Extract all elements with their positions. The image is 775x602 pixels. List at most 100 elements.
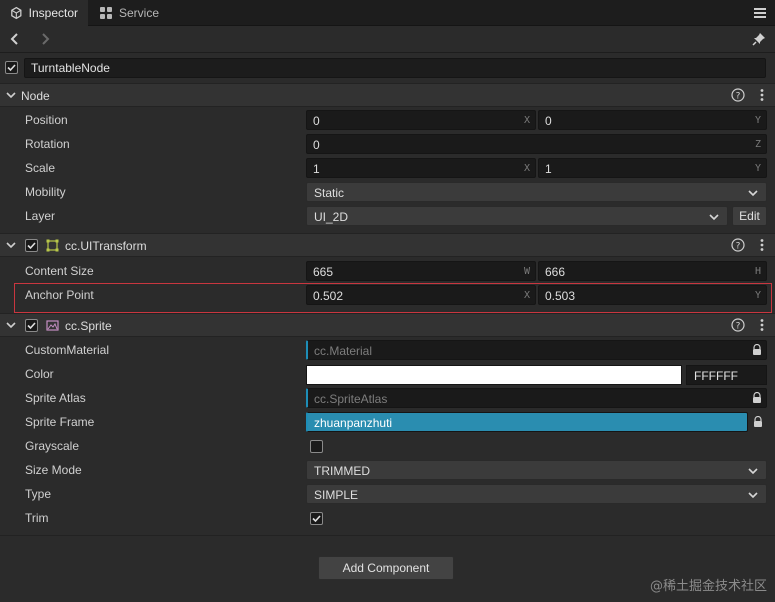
axis-label: X: [523, 163, 530, 174]
size-mode-label: Size Mode: [25, 463, 82, 477]
custom-material-field[interactable]: cc.Material: [306, 340, 767, 360]
size-mode-value: TRIMMED: [314, 464, 370, 478]
uitransform-icon: [46, 239, 59, 252]
position-y-field[interactable]: 0 Y: [538, 110, 767, 130]
help-icon[interactable]: ?: [731, 88, 745, 102]
more-vertical-icon[interactable]: [759, 238, 765, 252]
content-size-label: Content Size: [25, 264, 94, 278]
nav-bar: [0, 26, 775, 53]
chevron-right-icon: [42, 33, 50, 45]
grayscale-checkbox[interactable]: [310, 440, 323, 453]
content-size-h-value: 666: [545, 265, 566, 279]
checkmark-icon: [312, 515, 321, 523]
axis-label: Y: [754, 115, 761, 126]
section-title: cc.Sprite: [65, 319, 112, 333]
help-icon[interactable]: ?: [731, 318, 745, 332]
node-name-input[interactable]: TurntableNode: [24, 58, 766, 78]
anchor-point-label: Anchor Point: [25, 288, 94, 302]
pin-icon: [752, 33, 765, 46]
menu-icon[interactable]: [753, 5, 767, 21]
tab-service-label: Service: [119, 6, 160, 20]
node-enabled-checkbox[interactable]: [5, 61, 18, 74]
sprite-icon: [46, 320, 59, 331]
scale-label: Scale: [25, 161, 56, 175]
tab-service[interactable]: Service: [89, 0, 169, 26]
svg-text:?: ?: [736, 322, 741, 332]
position-label: Position: [25, 113, 68, 127]
color-hex-input[interactable]: FFFFFF: [686, 365, 767, 385]
forward-button[interactable]: [37, 31, 53, 47]
sprite-frame-field[interactable]: zhuanpanzhuti: [306, 412, 748, 432]
type-select[interactable]: SIMPLE: [306, 484, 767, 504]
tab-bar: Inspector Service: [0, 0, 775, 26]
sprite-enabled-checkbox[interactable]: [25, 319, 38, 332]
content-size-h-field[interactable]: 666 H: [538, 261, 767, 281]
anchor-point-x-field[interactable]: 0.502 X: [306, 285, 536, 305]
mobility-select[interactable]: Static: [306, 182, 767, 202]
position-y-value: 0: [545, 114, 552, 128]
position-x-field[interactable]: 0 X: [306, 110, 536, 130]
sprite-section-header[interactable]: cc.Sprite ?: [0, 313, 775, 337]
uitransform-enabled-checkbox[interactable]: [25, 239, 38, 252]
rotation-field[interactable]: 0 Z: [306, 134, 767, 154]
checkmark-icon: [7, 64, 16, 72]
chevron-down-icon: [6, 322, 16, 329]
sprite-frame-value: zhuanpanzhuti: [314, 416, 393, 430]
more-vertical-icon[interactable]: [759, 88, 765, 102]
sprite-atlas-value: cc.SpriteAtlas: [314, 392, 388, 406]
sprite-atlas-field[interactable]: cc.SpriteAtlas: [306, 388, 767, 408]
asset-picker-icon[interactable]: [751, 344, 763, 356]
position-x-value: 0: [313, 114, 320, 128]
add-component-button[interactable]: Add Component: [318, 556, 454, 580]
watermark: @稀土掘金技术社区: [649, 579, 767, 594]
asset-picker-icon[interactable]: [752, 416, 764, 428]
scale-x-field[interactable]: 1 X: [306, 158, 536, 178]
chevron-down-icon: [6, 242, 16, 249]
tab-inspector[interactable]: Inspector: [0, 0, 88, 26]
axis-label: X: [523, 290, 530, 301]
trim-checkbox[interactable]: [310, 512, 323, 525]
svg-text:?: ?: [736, 92, 741, 102]
pin-button[interactable]: [751, 31, 767, 47]
service-icon: [100, 7, 112, 19]
content-size-w-value: 665: [313, 265, 334, 279]
back-button[interactable]: [7, 31, 23, 47]
sprite-frame-label: Sprite Frame: [25, 415, 95, 429]
color-label: Color: [25, 367, 54, 381]
checkmark-icon: [27, 322, 36, 330]
type-label: Type: [25, 487, 52, 501]
color-swatch[interactable]: [306, 365, 682, 385]
axis-label: W: [523, 266, 530, 277]
grayscale-label: Grayscale: [25, 439, 80, 453]
axis-label: Y: [754, 163, 761, 174]
type-value: SIMPLE: [314, 488, 359, 502]
node-section-header[interactable]: Node ?: [0, 83, 775, 107]
section-title: cc.UITransform: [65, 239, 147, 253]
anchor-point-y-value: 0.503: [545, 289, 576, 303]
mobility-value: Static: [314, 186, 345, 200]
chevron-down-icon: [709, 214, 719, 221]
axis-label: X: [523, 115, 530, 126]
layer-select[interactable]: UI_2D: [306, 206, 728, 226]
rotation-value: 0: [313, 138, 320, 152]
chevron-down-icon: [748, 492, 758, 499]
asset-picker-icon[interactable]: [751, 392, 763, 404]
uitransform-section-header[interactable]: cc.UITransform ?: [0, 233, 775, 257]
rotation-label: Rotation: [25, 137, 70, 151]
axis-label: Z: [754, 139, 761, 150]
anchor-point-x-value: 0.502: [313, 289, 344, 303]
layer-value: UI_2D: [314, 210, 349, 224]
layer-label: Layer: [25, 209, 56, 223]
more-vertical-icon[interactable]: [759, 318, 765, 332]
mobility-label: Mobility: [25, 185, 66, 199]
scale-y-field[interactable]: 1 Y: [538, 158, 767, 178]
svg-text:?: ?: [736, 242, 741, 252]
layer-edit-button[interactable]: Edit: [732, 206, 767, 226]
anchor-point-y-field[interactable]: 0.503 Y: [538, 285, 767, 305]
chevron-left-icon: [10, 33, 18, 45]
tab-inspector-label: Inspector: [28, 6, 78, 20]
content-size-w-field[interactable]: 665 W: [306, 261, 536, 281]
chevron-down-icon: [748, 468, 758, 475]
size-mode-select[interactable]: TRIMMED: [306, 460, 767, 480]
help-icon[interactable]: ?: [731, 238, 745, 252]
